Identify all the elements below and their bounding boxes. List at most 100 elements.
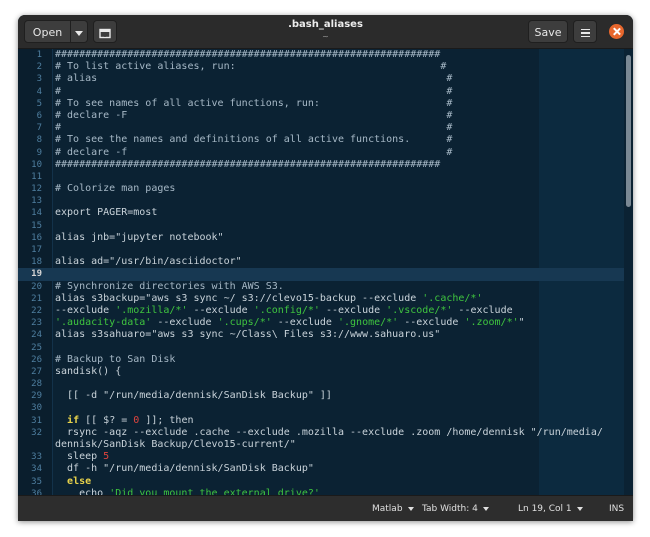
scrollbar-thumb[interactable] — [626, 55, 631, 207]
code-token: 'Did you mount the external drive?' — [109, 487, 320, 495]
code-line[interactable]: 32 rsync -aqz --exclude .cache --exclude… — [18, 427, 624, 439]
code-line[interactable]: 13 — [18, 195, 624, 207]
code-line[interactable]: 36 echo 'Did you mount the external driv… — [18, 488, 624, 495]
code-text[interactable]: # # — [55, 86, 452, 98]
code-text[interactable]: dennisk/SanDisk Backup/Clevo15-current/" — [55, 439, 296, 451]
code-line[interactable]: dennisk/SanDisk Backup/Clevo15-current/" — [18, 439, 624, 451]
code-line[interactable]: 1 #######################################… — [18, 49, 624, 61]
code-text[interactable]: alias ad="/usr/bin/asciidoctor" — [55, 256, 242, 268]
code-line[interactable]: 7 # # — [18, 122, 624, 134]
tab-width-selector[interactable]: Tab Width: 4 — [422, 496, 489, 521]
code-line[interactable]: 18 alias ad="/usr/bin/asciidoctor" — [18, 256, 624, 268]
code-text[interactable]: sleep 5 — [55, 451, 109, 463]
open-menu-button[interactable] — [71, 20, 88, 43]
code-token: # To see names of all active functions, … — [55, 97, 453, 109]
line-number: 32 — [31, 427, 42, 438]
code-text[interactable]: alias s3sahuaro="aws s3 sync ~/Class\ Fi… — [55, 329, 440, 341]
code-token: ]]; then — [139, 414, 194, 426]
menu-button[interactable] — [573, 20, 597, 43]
code-text[interactable]: # alias # — [55, 73, 452, 85]
code-line[interactable]: 14 export PAGER=most — [18, 207, 624, 219]
code-text[interactable]: # To see the names and definitions of al… — [55, 134, 452, 146]
code-line[interactable]: 21 alias s3backup="aws s3 sync ~/ s3://cl… — [18, 293, 624, 305]
code-line[interactable]: 30 — [18, 402, 624, 414]
code-line[interactable]: 27 sandisk() { — [18, 366, 624, 378]
code-text[interactable]: if [[ $? = 0 ]]; then — [55, 414, 194, 427]
code-text[interactable]: sandisk() { — [55, 366, 121, 378]
code-line[interactable]: 15 — [18, 220, 624, 232]
code-text[interactable]: export PAGER=most — [55, 207, 157, 219]
code-line[interactable]: 10 ######################################… — [18, 159, 624, 171]
code-line[interactable]: 6 # declare -F # — [18, 110, 624, 122]
code-lines[interactable]: 1 #######################################… — [18, 49, 624, 495]
code-token: sleep — [55, 451, 104, 463]
code-line[interactable]: 8 # To see the names and definitions of a… — [18, 134, 624, 146]
line-number: 26 — [31, 354, 42, 365]
new-tab-button[interactable] — [93, 20, 117, 43]
code-text[interactable]: [[ -d "/run/media/dennisk/SanDisk Backup… — [55, 390, 332, 402]
open-button[interactable]: Open — [24, 20, 71, 43]
code-line[interactable]: 17 — [18, 244, 624, 256]
code-text[interactable]: echo 'Did you mount the external drive?' — [55, 488, 320, 495]
close-button[interactable] — [609, 24, 624, 39]
code-line[interactable]: 19 — [18, 268, 624, 281]
code-line[interactable]: 28 — [18, 378, 624, 390]
code-line[interactable]: 4 # # — [18, 86, 624, 98]
code-token: else — [67, 475, 92, 487]
code-text[interactable]: alias s3backup="aws s3 sync ~/ s3://clev… — [55, 293, 482, 305]
code-text[interactable]: # # — [55, 122, 452, 134]
code-token: alias ad="/usr/bin/asciidoctor" — [55, 256, 242, 268]
code-line[interactable]: 3 # alias # — [18, 73, 624, 85]
code-line[interactable]: 9 # declare -f # — [18, 147, 624, 159]
code-line[interactable]: 23 '.audacity-data' --exclude '.cups/*' -… — [18, 317, 624, 329]
line-number: 6 — [36, 110, 42, 121]
line-number: 31 — [31, 415, 42, 426]
code-line[interactable]: 29 [[ -d "/run/media/dennisk/SanDisk Bac… — [18, 390, 624, 402]
code-line[interactable]: 34 df -h "/run/media/dennisk/SanDisk Bac… — [18, 463, 624, 475]
vertical-scrollbar[interactable] — [624, 49, 633, 495]
code-line[interactable]: 16 alias jnb="jupyter notebook" — [18, 232, 624, 244]
code-line[interactable]: 11 — [18, 171, 624, 183]
cursor-position[interactable]: Ln 19, Col 1 — [518, 496, 583, 521]
code-text[interactable]: ########################################… — [55, 159, 440, 171]
code-text[interactable]: # declare -F # — [55, 110, 452, 122]
text-editor[interactable]: 1 #######################################… — [18, 49, 633, 495]
code-text[interactable]: # To see names of all active functions, … — [55, 98, 452, 110]
code-line[interactable]: 25 — [18, 342, 624, 354]
code-text[interactable]: rsync -aqz --exclude .cache --exclude .m… — [55, 427, 603, 439]
code-text[interactable]: # declare -f # — [55, 147, 452, 159]
code-text[interactable]: alias jnb="jupyter notebook" — [55, 232, 224, 244]
code-text[interactable]: # Backup to San Disk — [55, 354, 175, 366]
code-text[interactable]: ########################################… — [55, 49, 440, 61]
code-line[interactable]: 33 sleep 5 — [18, 451, 624, 463]
code-text[interactable]: # Colorize man pages — [55, 183, 175, 195]
code-token: alias jnb="jupyter notebook" — [55, 231, 224, 243]
code-token: --exclude — [398, 317, 465, 329]
code-text[interactable]: df -h "/run/media/dennisk/SanDisk Backup… — [55, 463, 314, 475]
code-line[interactable]: 31 if [[ $? = 0 ]]; then — [18, 415, 624, 427]
code-token: " — [518, 317, 525, 329]
code-token: '.mozilla/*' — [115, 304, 188, 316]
code-token: dennisk/SanDisk Backup/Clevo15-current/" — [55, 439, 296, 450]
code-text[interactable]: else — [55, 476, 91, 488]
code-line[interactable]: 22 --exclude '.mozilla/*' --exclude '.con… — [18, 305, 624, 317]
code-line[interactable]: 12 # Colorize man pages — [18, 183, 624, 195]
code-line[interactable]: 26 # Backup to San Disk — [18, 354, 624, 366]
code-text[interactable]: # To list active aliases, run: # — [55, 61, 446, 73]
line-number: 10 — [31, 159, 42, 170]
code-line[interactable]: 5 # To see names of all active functions,… — [18, 98, 624, 110]
code-line[interactable]: 35 else — [18, 476, 624, 488]
code-line[interactable]: 24 alias s3sahuaro="aws s3 sync ~/Class\ … — [18, 329, 624, 341]
language-label: Matlab — [372, 504, 403, 514]
code-token: # To see the names and definitions of al… — [55, 134, 453, 146]
code-line[interactable]: 2 # To list active aliases, run: # — [18, 61, 624, 73]
code-text[interactable]: --exclude '.mozilla/*' --exclude '.confi… — [55, 305, 513, 317]
code-text[interactable]: '.audacity-data' --exclude '.cups/*' --e… — [55, 317, 525, 329]
save-button[interactable]: Save — [528, 20, 568, 43]
code-line[interactable]: 20 # Synchronize directories with AWS S3. — [18, 281, 624, 293]
language-selector[interactable]: Matlab — [372, 496, 414, 521]
code-text[interactable]: # Synchronize directories with AWS S3. — [55, 281, 284, 293]
line-number: 22 — [31, 305, 42, 316]
